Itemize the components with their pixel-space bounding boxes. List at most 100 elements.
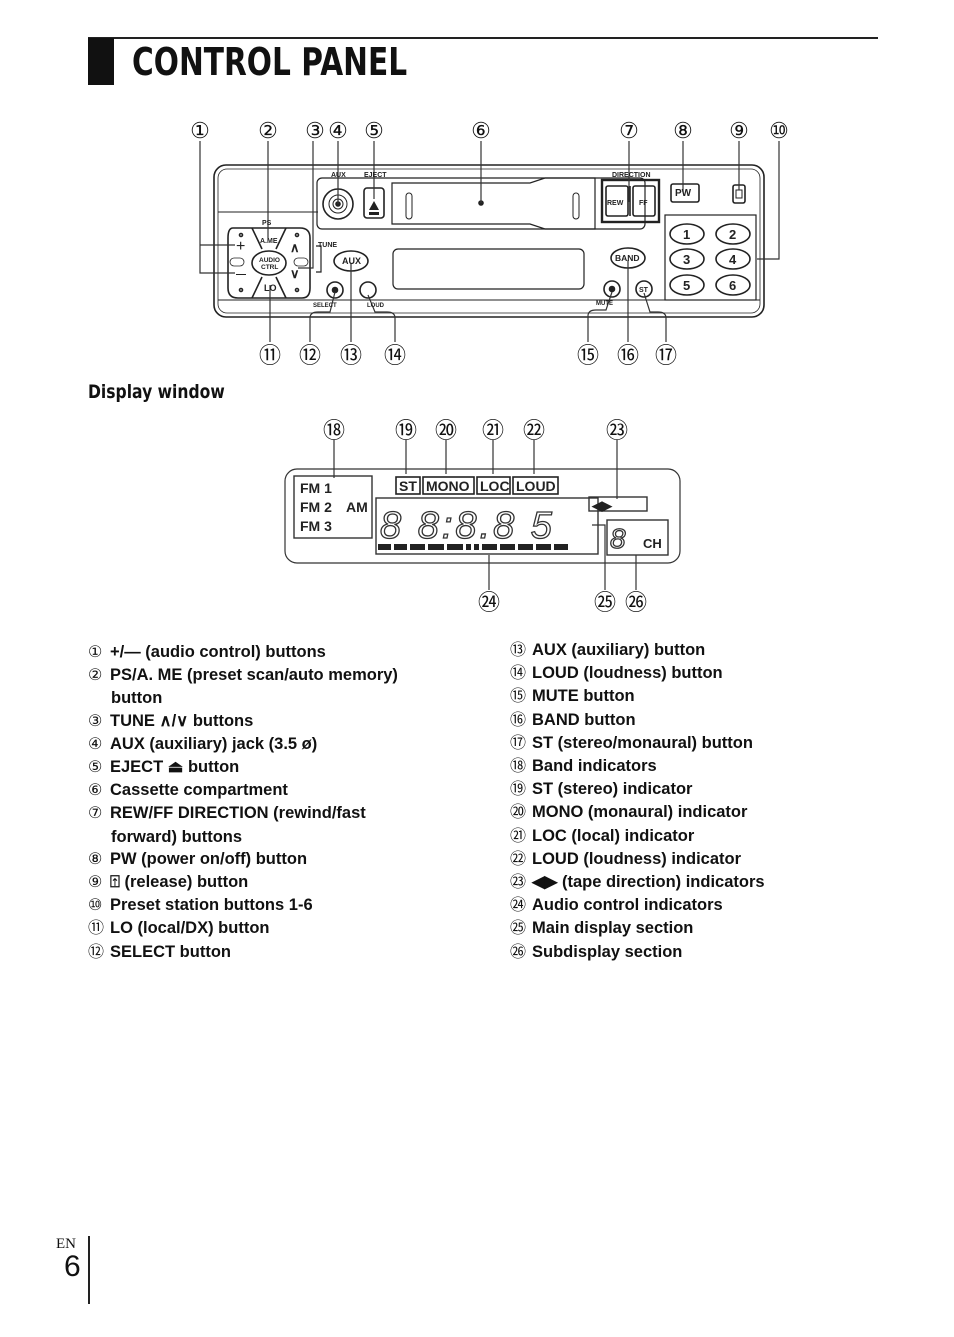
audio-level-segment [500,544,515,550]
legend-text: Subdisplay section [532,942,683,961]
legend-number: ⑩ [88,897,103,915]
band-am: AM [346,499,368,515]
legend-number: ⑱ [510,758,527,776]
legend-text: TUNE ∧/∨ buttons [110,711,254,730]
legend-number: ⑲ [510,781,527,799]
legend-text: ST (stereo/monaural) button [532,733,753,752]
legend-item: ③ TUNE ∧/∨ buttons [88,710,488,733]
legend-item: ⑤ EJECT ⏏ button [88,756,488,779]
callout-23: ㉓ [606,418,628,443]
audio-level-segment [428,544,444,550]
legend-text: AUX (auxiliary) jack (3.5 ø) [110,734,318,753]
display-window-diagram: FM 1 FM 2 FM 3 AM ST MONO LOC LOUD ◀▶ CH… [284,418,681,615]
mono-indicator-text: MONO [426,478,470,494]
legend-number: ③ [88,712,103,730]
legend-item: ⑥ Cassette compartment [88,779,488,802]
page-number: 6 [64,1250,81,1283]
legend-item: ⑭ LOUD (loudness) button [510,662,870,685]
legend-item: ⑫ SELECT button [88,941,488,964]
legend-number: ① [88,644,103,661]
audio-level-segment [482,544,497,550]
legend-text: EJECT ⏏ button [110,758,240,777]
legend-item: ⑯ BAND button [510,709,870,732]
band-fm1: FM 1 [300,480,332,496]
audio-level-segment [518,544,533,550]
callout-22: ㉒ [523,418,545,443]
legend-number: ㉑ [510,827,527,845]
audio-level-segment [554,544,568,550]
legend-number: ⑳ [510,804,527,822]
legend-item: ⑰ ST (stereo/monaural) button [510,732,870,755]
legend-number: ⑬ [510,642,527,659]
audio-level-segment [474,544,479,550]
legend-item: ㉔ Audio control indicators [510,894,870,917]
legend-text: PS/A. ME (preset scan/auto memory) [110,666,398,685]
legend-number: ⑭ [510,665,527,683]
legend-text: ST (stereo) indicator [532,780,693,799]
legend-text: button [111,689,163,708]
legend-number: ② [88,667,103,685]
main-digits: 8 8:8.8 5 [380,505,555,547]
loc-indicator-text: LOC [480,478,510,494]
legend-item: ㉑ LOC (local) indicator [510,825,870,848]
legend-number: ㉔ [510,897,527,915]
legend-text: Cassette compartment [110,781,288,800]
tape-direction-text: ◀▶ [591,498,613,513]
legend-text: LO (local/DX) button [110,919,270,938]
legend-text: +/— (audio control) buttons [110,643,326,661]
callout-25: ㉕ [594,590,616,615]
legend-item: ⑱ Band indicators [510,755,870,778]
audio-level-segment [378,544,391,550]
legend-text: BAND button [532,710,636,729]
legend-number: ⑰ [510,734,527,752]
legend-item: ⑮ MUTE button [510,685,870,708]
legend-number: ⑦ [88,805,103,823]
legend-text: REW/FF DIRECTION (rewind/fast [110,804,366,823]
legend-number: ㉕ [510,920,527,938]
legend-number: ⑧ [88,850,103,868]
callout-18: ⑱ [323,418,345,443]
callout-20: ⑳ [435,418,457,443]
legend-text: PW (power on/off) button [110,849,308,868]
band-fm3: FM 3 [300,518,332,534]
legend-number: ④ [88,735,103,753]
audio-level-segment [410,544,425,550]
legend-item: ② PS/A. ME (preset scan/auto memory) [88,664,488,687]
legend-item: ㉕ Main display section [510,917,870,940]
legend-text: LOUD (loudness) button [532,664,723,683]
legend-item: ① +/— (audio control) buttons [88,641,488,664]
callout-24: ㉔ [478,590,500,615]
audio-level-segment [394,544,407,550]
legend-text: Band indicators [532,757,657,776]
sub-digit: 8 [610,523,626,554]
callout-26: ㉖ [625,590,647,615]
legend-text: AUX (auxiliary) button [532,641,706,659]
legend-number: ⑫ [88,943,105,961]
legend-item: ⑲ ST (stereo) indicator [510,778,870,801]
legend-item: ⑧ PW (power on/off) button [88,848,488,871]
legend-number: ⑮ [510,688,527,706]
footer-divider [88,1236,90,1304]
legend-text: SELECT button [110,942,231,961]
legend-item: ㉓ ◀▶ (tape direction) indicators [510,871,870,894]
legend-item: ⑦ REW/FF DIRECTION (rewind/fast [88,802,488,825]
legend-right: ⑬ AUX (auxiliary) button ⑭ LOUD (loudness) … [510,639,870,964]
legend-left: ① +/— (audio control) buttons ② PS/A. ME (p… [88,641,488,964]
legend-text: ◀▶ (tape direction) indicators [532,873,765,892]
legend-number: ⑨ [88,874,103,892]
legend-number: ⑤ [88,759,103,777]
audio-level-segment [536,544,551,550]
legend-item: button [88,687,488,709]
legend-text: Preset station buttons 1-6 [110,896,313,915]
legend-text: Audio control indicators [532,896,723,915]
legend-number: ㉖ [510,943,527,961]
legend-number: ㉒ [510,850,527,868]
callout-19: ⑲ [395,418,417,443]
legend-text: Main display section [532,919,694,938]
legend-number: ⑪ [88,920,105,938]
audio-level-segment [447,544,463,550]
legend-item: ㉖ Subdisplay section [510,941,870,964]
legend-item: ④ AUX (auxiliary) jack (3.5 ø) [88,733,488,756]
legend-item: ⑨ ⍐ (release) button [88,871,488,894]
legend-text: LOUD (loudness) indicator [532,849,742,868]
